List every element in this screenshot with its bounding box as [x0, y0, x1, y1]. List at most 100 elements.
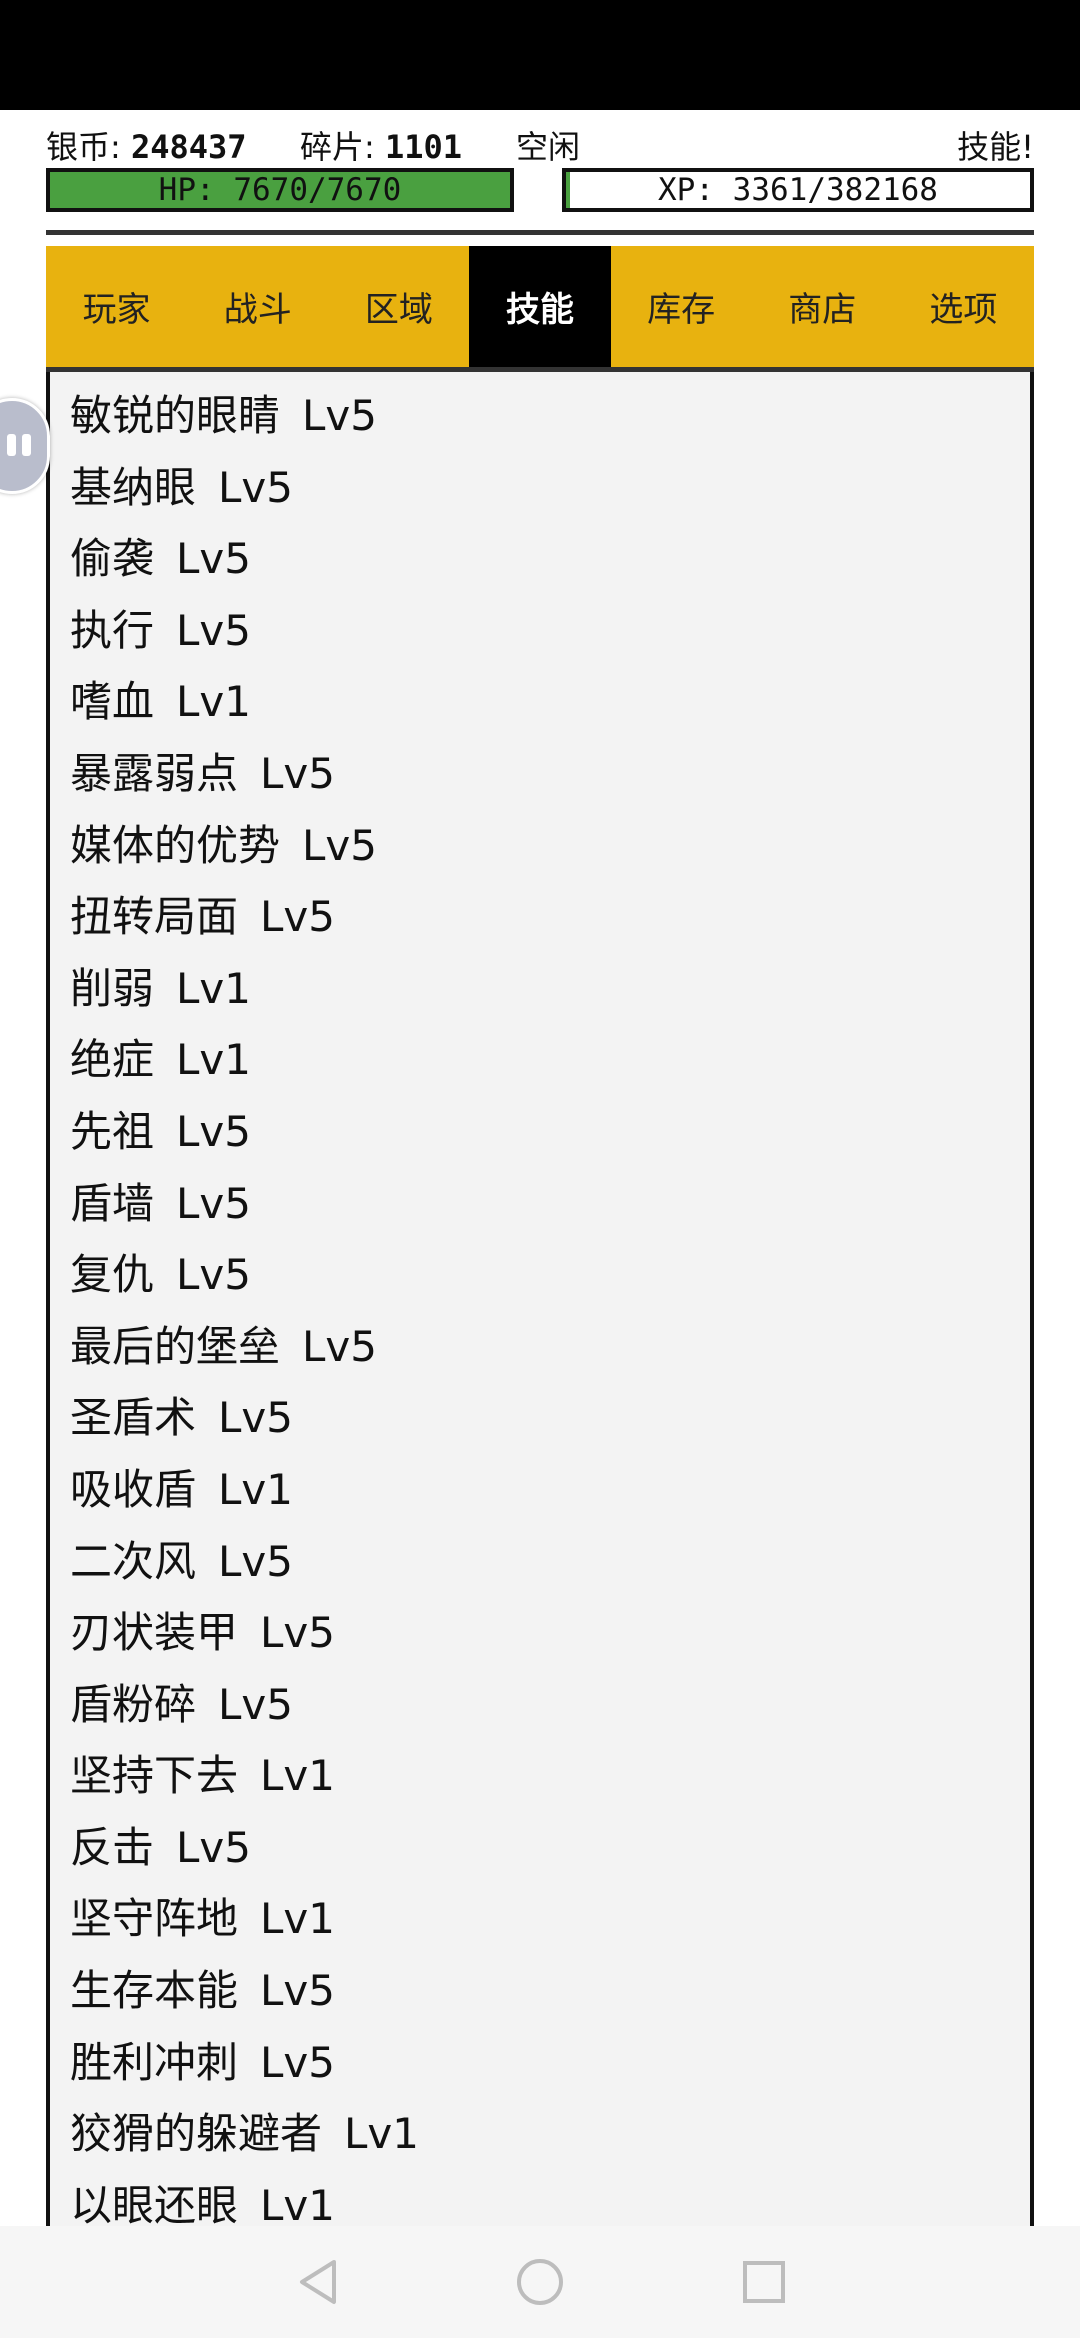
activity-status: 空闲: [516, 128, 581, 166]
skill-name: 先祖: [70, 1106, 155, 1156]
tab-4[interactable]: 库存: [611, 246, 752, 367]
skill-name: 生存本能: [70, 1966, 239, 2016]
skill-name: 削弱: [70, 963, 155, 1013]
skill-level: Lv1: [260, 1894, 335, 1944]
skill-item[interactable]: 反击 Lv5: [70, 1812, 419, 1884]
skill-level: Lv1: [260, 2180, 335, 2226]
skill-name: 嗜血: [70, 677, 155, 727]
hp-text: HP: 7670/7670: [158, 172, 402, 208]
skill-level: Lv1: [218, 1464, 293, 1514]
skill-level: Lv1: [344, 2109, 419, 2159]
silver-counter: 银币: 248437: [46, 128, 247, 166]
skill-level: Lv5: [218, 1536, 293, 1586]
skill-level: Lv5: [176, 1250, 251, 1300]
skill-level: Lv5: [302, 820, 377, 870]
skill-name: 以眼还眼: [70, 2180, 239, 2226]
tab-2[interactable]: 区域: [328, 246, 469, 367]
skill-name: 媒体的优势: [70, 820, 281, 870]
skill-item[interactable]: 生存本能 Lv5: [70, 1955, 419, 2027]
skill-item[interactable]: 复仇 Lv5: [70, 1239, 419, 1311]
skill-item[interactable]: 二次风 Lv5: [70, 1526, 419, 1598]
skill-level: Lv5: [176, 534, 251, 584]
xp-text: XP: 3361/382168: [658, 172, 938, 208]
skill-level: Lv5: [218, 1679, 293, 1729]
skill-name: 敏锐的眼睛: [70, 391, 281, 440]
skill-level: Lv5: [302, 391, 377, 440]
skill-list-panel[interactable]: 敏锐的眼睛 Lv5 基纳眼 Lv5 偷袭 Lv5 执行 Lv5 嗜血 Lv1 暴露弱点 Lv5 媒体的优…: [46, 372, 1034, 2226]
skill-level: Lv5: [176, 1106, 251, 1156]
skill-name: 基纳眼: [70, 462, 197, 512]
hp-bar: HP: 7670/7670: [46, 168, 514, 212]
tab-5[interactable]: 商店: [752, 246, 893, 367]
skill-level: Lv5: [176, 1178, 251, 1228]
skill-item[interactable]: 刃状装甲 Lv5: [70, 1597, 419, 1669]
skill-item[interactable]: 狡猾的躲避者 Lv1: [70, 2098, 419, 2170]
skill-item[interactable]: 最后的堡垒 Lv5: [70, 1311, 419, 1383]
skill-alert[interactable]: 技能!: [957, 122, 1034, 168]
tab-0[interactable]: 玩家: [46, 246, 187, 367]
skill-level: Lv5: [260, 2037, 335, 2087]
resource-bar: 银币: 248437 碎片: 1101 空闲 技能!: [46, 120, 1034, 166]
skill-name: 胜利冲刺: [70, 2037, 239, 2087]
skill-item[interactable]: 削弱 Lv1: [70, 953, 419, 1025]
skill-name: 执行: [70, 605, 155, 655]
skill-item[interactable]: 坚守阵地 Lv1: [70, 1883, 419, 1955]
home-circle-icon[interactable]: [512, 2254, 568, 2310]
skill-level: Lv5: [260, 1608, 335, 1658]
skill-name: 坚持下去: [70, 1751, 239, 1801]
back-triangle-icon[interactable]: [290, 2254, 346, 2310]
status-bar: [0, 0, 1080, 110]
skill-item[interactable]: 盾粉碎 Lv5: [70, 1669, 419, 1741]
xp-bar: XP: 3361/382168: [562, 168, 1034, 212]
skill-name: 绝症: [70, 1035, 155, 1085]
skill-level: Lv5: [218, 462, 293, 512]
skill-level: Lv1: [176, 963, 251, 1013]
system-nav-bar: [0, 2226, 1080, 2338]
skill-item[interactable]: 坚持下去 Lv1: [70, 1740, 419, 1812]
skill-item[interactable]: 媒体的优势 Lv5: [70, 810, 419, 882]
skill-item[interactable]: 盾墙 Lv5: [70, 1168, 419, 1240]
divider: [46, 230, 1034, 235]
skill-level: Lv5: [218, 1393, 293, 1443]
skill-name: 暴露弱点: [70, 748, 239, 798]
skill-name: 最后的堡垒: [70, 1321, 281, 1371]
skill-item[interactable]: 嗜血 Lv1: [70, 666, 419, 738]
pause-bubble-icon[interactable]: [0, 398, 50, 494]
skill-item[interactable]: 暴露弱点 Lv5: [70, 738, 419, 810]
tab-3[interactable]: 技能: [469, 246, 611, 367]
skill-item[interactable]: 胜利冲刺 Lv5: [70, 2027, 419, 2099]
skill-level: Lv5: [176, 1822, 251, 1872]
main-tabs: 玩家 战斗 区域 技能 库存 商店 选项: [46, 246, 1034, 372]
skill-name: 偷袭: [70, 534, 155, 584]
skill-level: Lv1: [260, 1751, 335, 1801]
skill-level: Lv1: [176, 1035, 251, 1085]
skill-name: 狡猾的躲避者: [70, 2109, 323, 2159]
skill-item[interactable]: 以眼还眼 Lv1: [70, 2170, 419, 2226]
skill-item[interactable]: 先祖 Lv5: [70, 1096, 419, 1168]
skill-name: 吸收盾: [70, 1464, 197, 1514]
skill-name: 坚守阵地: [70, 1894, 239, 1944]
tab-6[interactable]: 选项: [893, 246, 1034, 367]
skill-name: 盾墙: [70, 1178, 155, 1228]
skill-item[interactable]: 扭转局面 Lv5: [70, 881, 419, 953]
skill-level: Lv5: [260, 748, 335, 798]
skill-level: Lv5: [260, 1966, 335, 2016]
skill-name: 二次风: [70, 1536, 197, 1586]
shards-counter: 碎片: 1101: [300, 128, 463, 166]
skill-item[interactable]: 偷袭 Lv5: [70, 523, 419, 595]
skill-item[interactable]: 执行 Lv5: [70, 595, 419, 667]
recent-square-icon[interactable]: [736, 2254, 792, 2310]
tab-1[interactable]: 战斗: [187, 246, 328, 367]
skill-item[interactable]: 圣盾术 Lv5: [70, 1382, 419, 1454]
skill-list: 敏锐的眼睛 Lv5 基纳眼 Lv5 偷袭 Lv5 执行 Lv5 嗜血 Lv1 暴露弱点 Lv5 媒体的优…: [70, 380, 419, 2226]
skill-item[interactable]: 绝症 Lv1: [70, 1024, 419, 1096]
skill-name: 刃状装甲: [70, 1608, 239, 1658]
skill-level: Lv5: [176, 605, 251, 655]
skill-name: 圣盾术: [70, 1393, 197, 1443]
skill-item[interactable]: 敏锐的眼睛 Lv5: [70, 380, 419, 452]
skill-name: 反击: [70, 1822, 155, 1872]
skill-item[interactable]: 基纳眼 Lv5: [70, 452, 419, 524]
skill-level: Lv5: [302, 1321, 377, 1371]
skill-name: 复仇: [70, 1250, 155, 1300]
skill-item[interactable]: 吸收盾 Lv1: [70, 1454, 419, 1526]
